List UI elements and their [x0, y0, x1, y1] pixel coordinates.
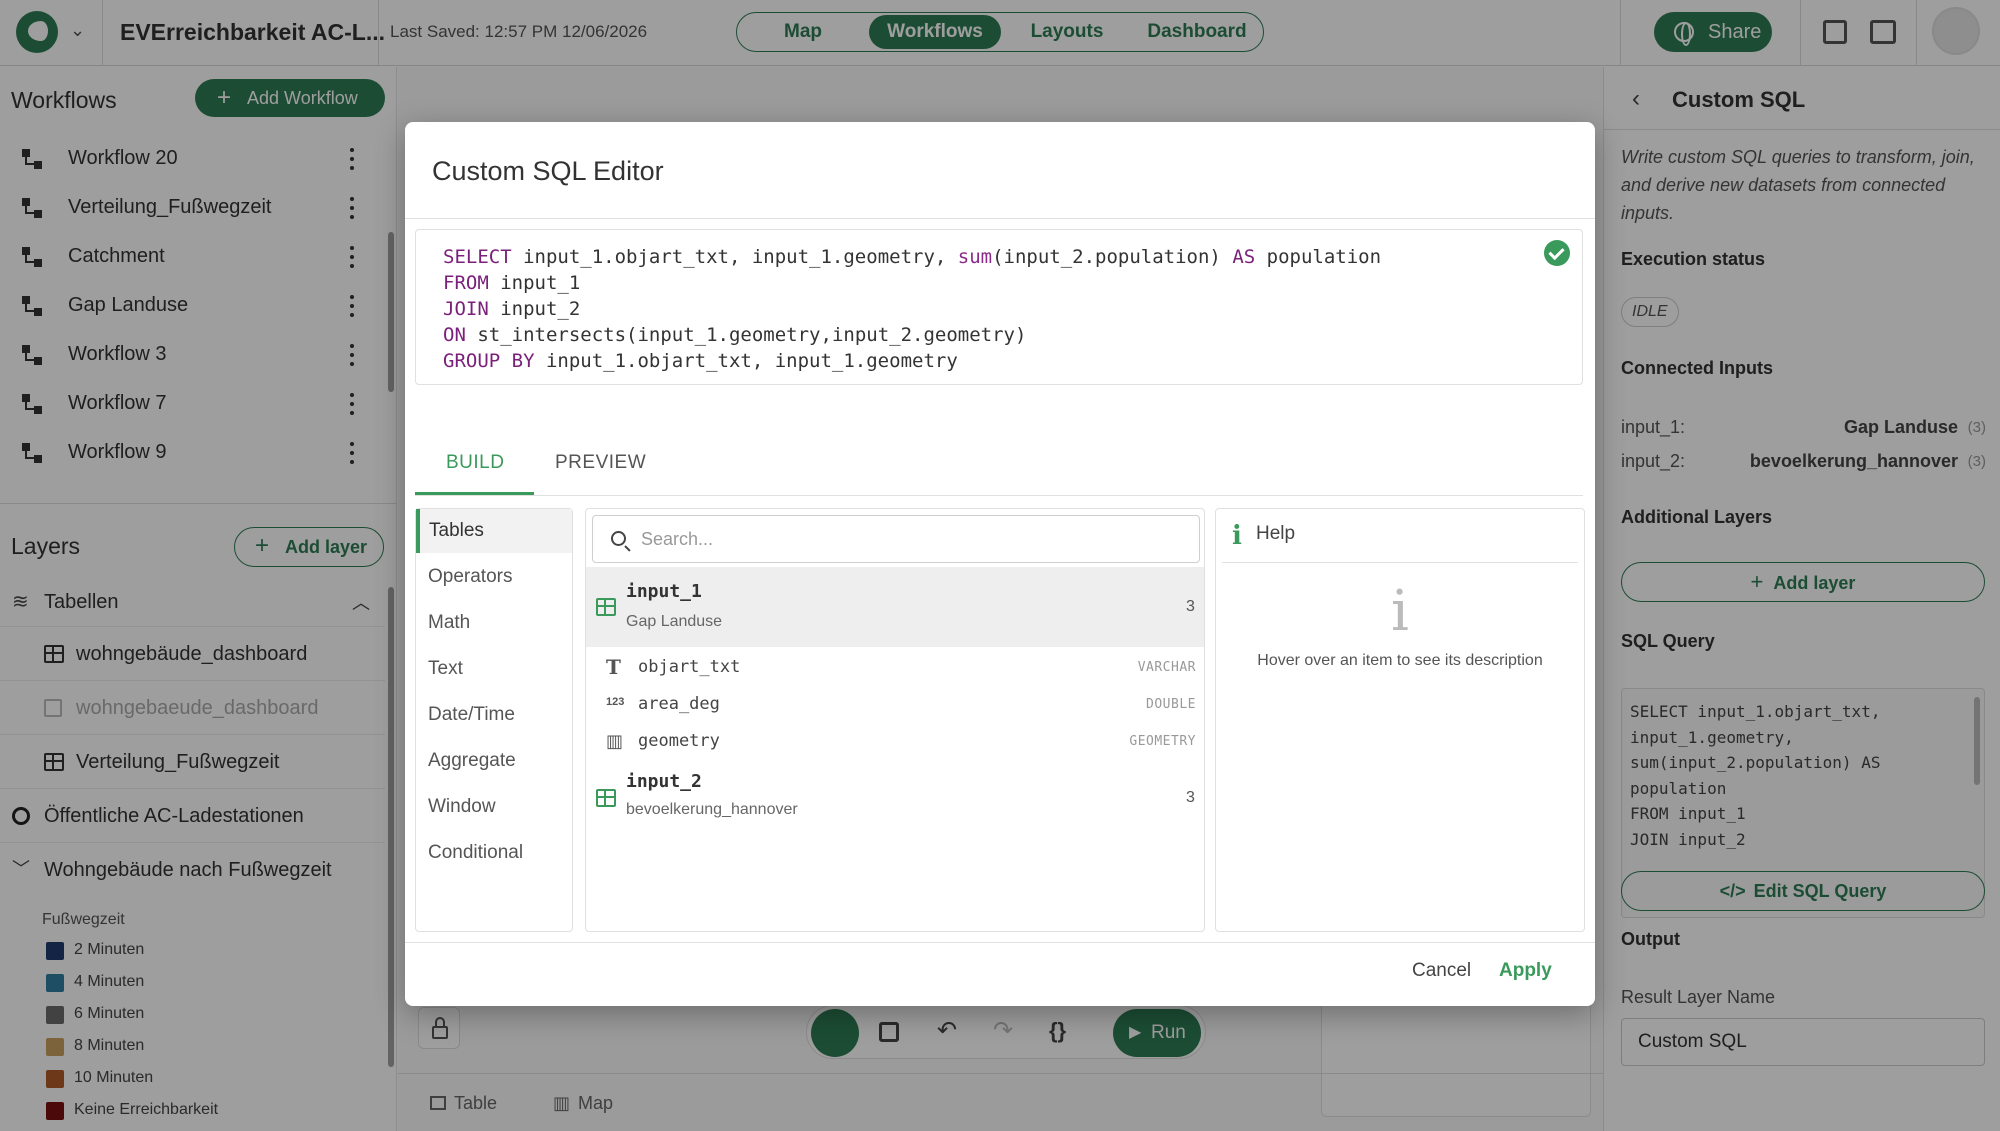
- divider: [415, 495, 1583, 496]
- divider: [1222, 562, 1578, 563]
- cancel-button[interactable]: Cancel: [1412, 960, 1471, 982]
- help-text: Hover over an item to see its descriptio…: [1257, 652, 1543, 669]
- search-icon: [611, 531, 626, 546]
- sql-line: GROUP BY input_1.objart_txt, input_1.geo…: [443, 350, 958, 372]
- table-icon: [596, 789, 616, 807]
- sql-line: FROM input_1: [443, 272, 581, 294]
- help-title: Help: [1256, 523, 1296, 544]
- category-list: Tables Operators Math Text Date/Time Agg…: [415, 508, 573, 932]
- sql-line: ON st_intersects(input_1.geometry,input_…: [443, 324, 1027, 346]
- map-icon: ▥: [606, 731, 624, 751]
- column-row[interactable]: ▥ geometry GEOMETRY: [586, 723, 1204, 760]
- column-name: area_deg: [638, 694, 720, 714]
- column-type: GEOMETRY: [1129, 734, 1196, 749]
- tables-list: Search... input_1 Gap Landuse 3 T objart…: [585, 508, 1205, 932]
- column-type: DOUBLE: [1146, 697, 1196, 712]
- table-source: Gap Landuse: [626, 613, 723, 630]
- table-row[interactable]: input_1 Gap Landuse 3: [586, 567, 1204, 647]
- dialog-title: Custom SQL Editor: [432, 156, 664, 186]
- apply-button[interactable]: Apply: [1499, 960, 1552, 982]
- column-row[interactable]: 123 area_deg DOUBLE: [586, 686, 1204, 723]
- table-name: input_1: [626, 581, 702, 602]
- valid-check-icon: [1544, 240, 1570, 266]
- text-type-icon: T: [606, 655, 621, 679]
- column-name: objart_txt: [638, 657, 741, 677]
- category-text[interactable]: Text: [416, 647, 572, 691]
- category-datetime[interactable]: Date/Time: [416, 693, 572, 737]
- table-count: 3: [1186, 789, 1195, 806]
- table-source: bevoelkerung_hannover: [626, 801, 798, 818]
- column-name: geometry: [638, 731, 720, 751]
- table-icon: [596, 598, 616, 616]
- tab-preview[interactable]: PREVIEW: [555, 452, 646, 474]
- sql-code-editor[interactable]: SELECT input_1.objart_txt, input_1.geome…: [415, 229, 1583, 385]
- divider: [405, 942, 1595, 943]
- category-window[interactable]: Window: [416, 785, 572, 829]
- divider: [405, 218, 1595, 219]
- category-math[interactable]: Math: [416, 601, 572, 645]
- number-type-icon: 123: [606, 696, 625, 708]
- column-row[interactable]: T objart_txt VARCHAR: [586, 649, 1204, 686]
- help-pane: i Help i Hover over an item to see its d…: [1215, 508, 1585, 932]
- category-operators[interactable]: Operators: [416, 555, 572, 599]
- category-aggregate[interactable]: Aggregate: [416, 739, 572, 783]
- info-large-icon: i: [1391, 579, 1409, 644]
- search-box[interactable]: Search...: [592, 515, 1200, 563]
- column-type: VARCHAR: [1137, 660, 1196, 675]
- category-conditional[interactable]: Conditional: [416, 831, 572, 875]
- table-count: 3: [1186, 598, 1195, 615]
- info-icon: i: [1232, 521, 1242, 551]
- sql-line: JOIN input_2: [443, 298, 581, 320]
- active-tab-indicator: [415, 492, 534, 495]
- category-tables[interactable]: Tables: [416, 509, 572, 553]
- custom-sql-editor-dialog: Custom SQL Editor SELECT input_1.objart_…: [405, 122, 1595, 1006]
- tab-build[interactable]: BUILD: [446, 452, 504, 474]
- sql-line: SELECT input_1.objart_txt, input_1.geome…: [443, 246, 1382, 268]
- table-name: input_2: [626, 771, 702, 792]
- search-placeholder: Search...: [641, 529, 714, 549]
- table-row[interactable]: input_2 bevoelkerung_hannover 3: [586, 761, 1204, 841]
